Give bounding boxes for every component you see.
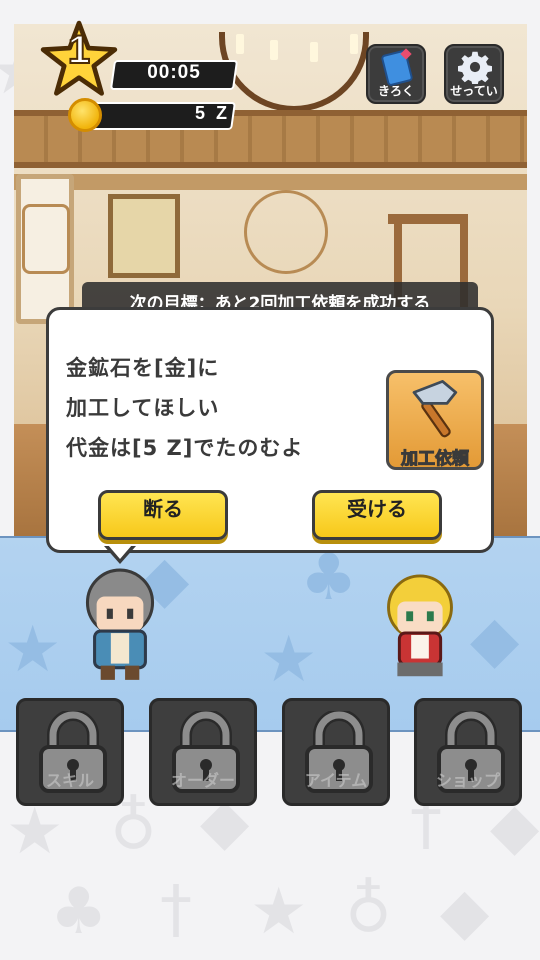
hammer-icon: [412, 380, 458, 438]
gear-icon: [458, 51, 492, 84]
tab-label: スキル: [45, 771, 94, 790]
record-label: きろく: [377, 84, 414, 98]
tab-label: アイテム: [304, 771, 368, 790]
background-potion-icon: ♁: [345, 873, 392, 947]
player-level: 1: [67, 27, 91, 73]
tab-shop[interactable]: ショップ: [414, 698, 522, 806]
tab-label: ショップ: [435, 771, 500, 790]
tab-item[interactable]: アイテム: [282, 698, 390, 806]
record-button[interactable]: きろく: [366, 44, 426, 104]
wall-mandala: [244, 190, 328, 274]
background-feather-icon: ♣: [50, 875, 108, 949]
background-gem-icon: ◆: [440, 875, 490, 949]
tab-skill[interactable]: スキル: [16, 698, 124, 806]
wall-map: [108, 194, 180, 278]
shopkeeper-character: [387, 574, 453, 677]
dialog-line: 代金は[5 Z]でたのむよ: [66, 436, 304, 460]
tab-order[interactable]: オーダー: [149, 698, 257, 806]
decline-label: 断る: [143, 497, 183, 521]
background-sword-icon: †: [160, 873, 192, 947]
tab-label: オーダー: [170, 771, 235, 790]
customer-character: [85, 568, 155, 680]
settings-button[interactable]: せってい: [444, 44, 504, 104]
money-display: 5 Z: [194, 103, 230, 123]
decline-button[interactable]: 断る: [98, 490, 228, 540]
accept-button[interactable]: 受ける: [312, 490, 442, 540]
background-star-icon: ★: [250, 875, 308, 949]
dialog-line: 金鉱石を[金]に: [66, 356, 220, 380]
coin-icon: [68, 98, 102, 132]
accept-label: 受ける: [347, 497, 407, 521]
dialog-line: 加工してほしい: [66, 396, 220, 420]
settings-label: せってい: [450, 84, 498, 98]
timer-display: 00:05: [147, 62, 201, 83]
background-star-icon: ★: [6, 795, 64, 869]
craft-request-label: 加工依頼: [401, 449, 470, 470]
